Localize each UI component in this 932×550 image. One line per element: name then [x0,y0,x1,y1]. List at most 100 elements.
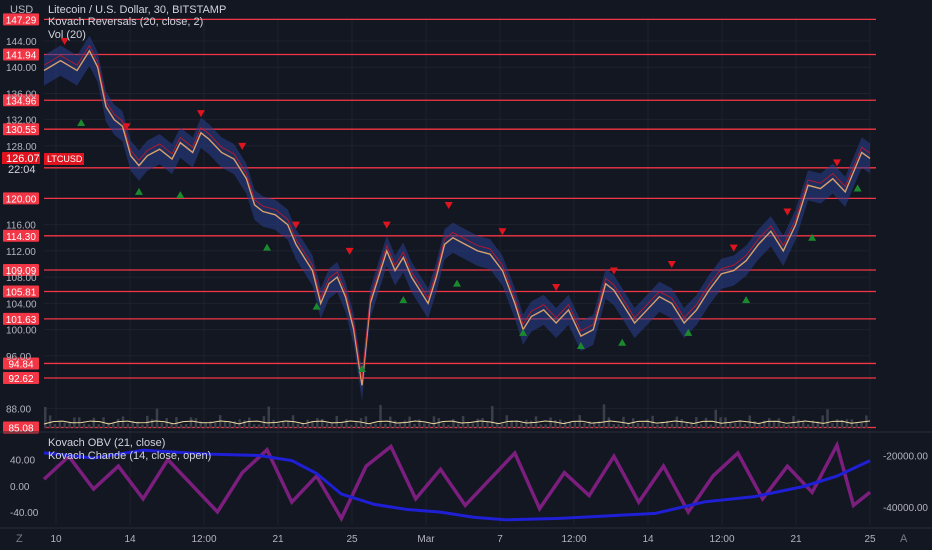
volume-bar [656,424,659,428]
volume-bar [364,416,368,428]
level-tag-label: 130.55 [6,125,37,136]
y-tick-label: 128.00 [6,142,37,153]
level-tag-label: 147.29 [6,15,37,26]
volume-bar [345,419,348,428]
x-tick-label: 21 [790,534,802,545]
volume-bar [432,416,436,428]
level-tag-label: 101.63 [6,315,37,326]
volume-bar [743,424,747,428]
level-tag-label: 141.94 [6,50,37,61]
volume-bar [243,420,246,428]
volume-bar [753,421,756,428]
osc-left-tick: 0.00 [10,482,30,493]
x-tick-label: 14 [124,534,136,545]
volume-bar [500,423,504,428]
chande-indicator-label[interactable]: Kovach Chande (14, close, open) [48,450,211,462]
volume-bar [772,421,776,428]
volume-bar [418,419,421,428]
volume-bar [194,418,198,428]
volume-bar [573,421,577,428]
volume-bar [583,422,586,428]
indicator-volume-label[interactable]: Vol (20) [48,29,86,41]
osc-left-tick: -40.00 [10,508,39,519]
volume-bar [563,421,567,428]
volume-bar [252,424,256,428]
volume-bar [126,423,130,428]
volume-bar [568,422,572,428]
volume-bar [680,419,684,428]
volume-bar [82,423,86,428]
level-tag-label: 92.62 [8,374,33,385]
x-tick-label: 25 [864,534,876,545]
volume-bar [68,422,71,428]
volume-bar [160,422,164,428]
volume-bar [729,422,732,428]
volume-bar [413,423,416,428]
volume-bar [393,420,397,428]
volume-bar [675,416,679,428]
volume-bar [539,424,543,428]
volume-bar [306,419,309,428]
volume-bar [733,422,737,428]
volume-bar [714,409,718,428]
volume-bar [860,422,863,428]
symbol-tag-label: LTCUSD [47,154,83,164]
volume-bar [384,423,387,428]
volume-bar [422,423,426,428]
volume-bar [277,423,280,428]
volume-bar [704,417,708,428]
volume-bar [97,424,100,428]
volume-bar [155,408,159,428]
volume-bar [486,421,489,428]
volume-bar [316,418,319,428]
volume-bar [617,424,620,428]
indicator-reversals-label[interactable]: Kovach Reversals (20, close, 2) [48,16,203,28]
volume-bar [855,423,858,428]
volume-bar [520,423,523,428]
y-tick-label: 132.00 [6,116,37,127]
volume-bar [826,409,829,428]
x-tick-label: 25 [346,534,358,545]
timezone-z-icon[interactable]: Z [16,533,23,545]
volume-bar [272,419,275,428]
volume-bar [787,424,790,428]
chart-title: Litecoin / U.S. Dollar, 30, BITSTAMP [48,4,226,16]
volume-bar [369,424,373,428]
y-tick-label: 144.00 [6,37,37,48]
volume-bar [797,419,800,428]
volume-bar [471,423,475,428]
y-tick-label: 116.00 [6,221,36,232]
volume-bar [112,423,115,428]
volume-bar [544,424,547,428]
obv-indicator-label[interactable]: Kovach OBV (21, close) [48,437,165,449]
volume-bar [559,419,562,428]
level-tag-label: 85.08 [8,423,33,434]
volume-bar [709,424,713,428]
y-tick-label: 104.00 [6,299,37,310]
volume-bar [554,420,557,428]
volume-bar [821,415,824,428]
volume-bar [354,422,358,428]
volume-bar [359,418,363,428]
volume-bar [325,423,329,428]
volume-bar [670,423,674,428]
volume-bar [350,424,353,428]
auto-scale-icon[interactable]: A [900,533,908,545]
volume-bar [116,418,120,428]
y-tick-label: 140.00 [6,63,37,74]
volume-bar [184,424,188,428]
volume-bar [44,407,47,428]
volume-bar [296,423,300,428]
x-tick-label: 7 [497,534,503,545]
volume-bar [602,404,606,428]
volume-bar [379,405,382,428]
volume-bar [398,422,402,428]
volume-bar [374,423,377,428]
osc-right-tick: -20000.00 [883,451,928,462]
volume-bar [646,419,649,428]
volume-bar [782,424,786,428]
volume-bar [180,424,183,428]
volume-bar [228,422,232,428]
level-tag-label: 105.81 [6,287,37,298]
volume-bar [767,418,771,428]
